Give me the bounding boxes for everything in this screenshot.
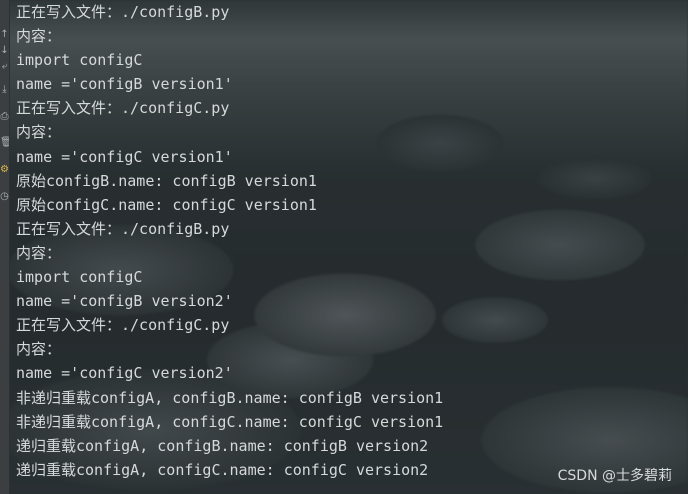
console-line: name ='configB version2': [16, 292, 233, 311]
console-output: 正在写入文件：./configB.py 内容： import configC n…: [16, 0, 688, 483]
console-line: 原始configB.name: configB version1: [16, 171, 317, 190]
console-line: name ='configC version2': [16, 364, 233, 383]
scroll-to-end-icon[interactable]: ⤓: [0, 83, 9, 97]
console-line: 非递归重载configA, configB.name: configB vers…: [16, 388, 444, 407]
console-line: 内容：: [16, 340, 62, 359]
trash-icon[interactable]: 🗑: [0, 136, 9, 150]
console-line: 非递归重载configA, configC.name: configC vers…: [16, 412, 444, 431]
console-line: import configC: [16, 51, 143, 70]
console-line: name ='configC version1': [16, 147, 233, 166]
console-line: 正在写入文件：./configC.py: [16, 99, 230, 118]
console-line: 内容：: [16, 123, 62, 142]
print-icon[interactable]: ⎙: [0, 110, 9, 124]
watermark: CSDN @士多碧莉: [557, 468, 672, 484]
settings-icon[interactable]: ⚙: [0, 163, 9, 177]
console-line: 正在写入文件：./configB.py: [16, 219, 230, 238]
arrow-down-icon[interactable]: ↓: [0, 44, 9, 58]
console-line: name ='configB version1': [16, 75, 233, 94]
console-toolbar: ↑ ↓ ⤶ ⤓ ⎙ 🗑 ⚙ ◷: [0, 0, 10, 494]
console-line: 递归重载configA, configB.name: configB versi…: [16, 436, 429, 455]
console-line: 内容：: [16, 243, 62, 262]
console-line: 正在写入文件：./configC.py: [16, 316, 230, 335]
history-icon[interactable]: ◷: [0, 190, 9, 204]
arrow-up-icon[interactable]: ↑: [0, 28, 9, 42]
console-line: 内容：: [16, 27, 62, 46]
console-line: 原始configC.name: configC version1: [16, 195, 317, 214]
console-line: import configC: [16, 268, 143, 287]
console-line: 正在写入文件：./configB.py: [16, 3, 230, 21]
wrap-icon[interactable]: ⤶: [0, 60, 9, 74]
